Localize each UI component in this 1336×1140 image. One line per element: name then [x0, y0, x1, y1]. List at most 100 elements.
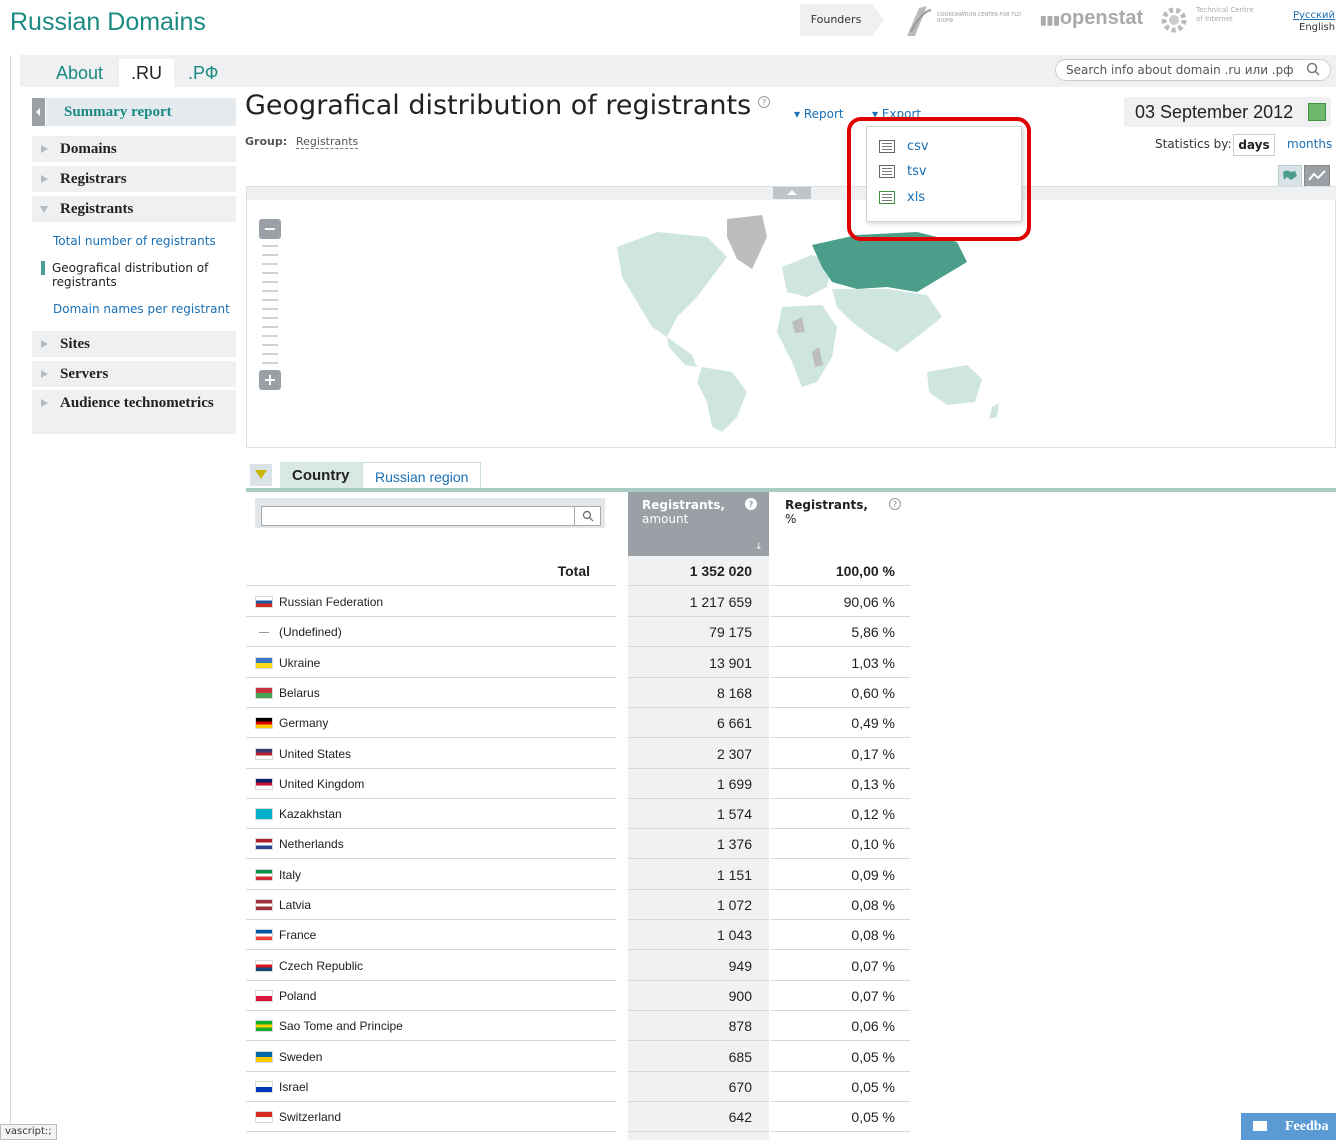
col-divider	[616, 799, 628, 830]
table-row[interactable]: United States 2 307 0,17 %	[246, 738, 910, 769]
registrants-amount: 685	[728, 1048, 752, 1065]
registrants-amount: 1 043	[716, 927, 752, 944]
country-name: Belarus	[279, 685, 320, 700]
table-search-input[interactable]	[261, 506, 601, 526]
registrants-percent: 0,13 %	[851, 775, 895, 792]
expand-arrow-icon	[41, 340, 48, 348]
table-row[interactable]: (Undefined) 79 175 5,86 %	[246, 617, 910, 648]
zoom-in-button[interactable]: +	[259, 370, 281, 390]
zoom-slider[interactable]	[262, 245, 278, 369]
tab-country[interactable]: Country	[280, 462, 362, 490]
table-row[interactable]: Kazakhstan 1 574 0,12 %	[246, 799, 910, 830]
table-row[interactable]: Poland 900 0,07 %	[246, 980, 910, 1011]
left-rule	[10, 55, 20, 1140]
flag-icon	[256, 1112, 272, 1123]
tci-logo[interactable]: Technical Centre of Internet	[1158, 4, 1258, 36]
zoom-out-button[interactable]: −	[259, 219, 281, 239]
col-header-percent[interactable]: Registrants, % ?	[771, 492, 910, 556]
chart-view-button[interactable]	[1304, 165, 1330, 187]
col-header-amount[interactable]: Registrants, amount ? ↓	[628, 492, 769, 556]
date-value: 03 September 2012	[1135, 102, 1294, 122]
search-icon[interactable]	[1306, 62, 1320, 76]
help-icon[interactable]: ?	[889, 498, 901, 510]
table-row[interactable]: United Kingdom 1 699 0,13 %	[246, 768, 910, 799]
sidebar-collapse-button[interactable]	[32, 98, 45, 126]
filter-button[interactable]	[250, 464, 272, 486]
col-divider	[616, 617, 628, 648]
table-row[interactable]: Israel 670 0,05 %	[246, 1071, 910, 1102]
table-row[interactable]: France 1 043 0,08 %	[246, 920, 910, 951]
registrants-percent: 0,05 %	[851, 1078, 895, 1095]
registrants-percent: 90,06 %	[843, 594, 895, 610]
table-row[interactable]: Netherlands 1 376 0,10 %	[246, 829, 910, 860]
table-row[interactable]: Latvia 1 072 0,08 %	[246, 890, 910, 920]
search-input[interactable]: Search info about domain .ru или .рф	[1055, 59, 1331, 81]
sidebar-item-registrars[interactable]: Registrars	[32, 166, 236, 192]
site-title[interactable]: Russian Domains	[10, 8, 206, 37]
col-divider	[616, 1011, 628, 1042]
cc-logo[interactable]: COORDINATION CENTER FOR TLD RU/РФ	[905, 2, 1025, 38]
col-divider	[616, 1071, 628, 1102]
map-collapse-button[interactable]	[773, 187, 811, 199]
sidebar-item-sites[interactable]: Sites	[32, 331, 236, 357]
openstat-logo[interactable]: ▮▮▮openstat	[1040, 7, 1143, 30]
group-selector[interactable]: Registrants	[296, 135, 359, 149]
flag-icon	[256, 718, 272, 729]
cc-logo-text: COORDINATION CENTER FOR TLD RU/РФ	[937, 12, 1021, 24]
col-divider	[616, 1041, 628, 1072]
sidebar-sub-domains-per-registrant[interactable]: Domain names per registrant	[53, 302, 230, 316]
flag-icon	[256, 990, 272, 1001]
registrants-amount: 13 901	[709, 654, 752, 671]
sidebar-item-audience[interactable]: Audience technometrics	[32, 390, 236, 434]
country-name: Germany	[279, 716, 329, 731]
help-icon[interactable]: ?	[758, 96, 770, 108]
tab-russian-region[interactable]: Russian region	[362, 462, 482, 490]
tab-rf[interactable]: .РФ	[176, 59, 231, 87]
sidebar-item-domains[interactable]: Domains	[32, 136, 236, 162]
map-view-button[interactable]	[1278, 165, 1302, 187]
sidebar-summary-report[interactable]: Summary report	[46, 98, 236, 126]
total-percent: 100,00 %	[835, 563, 895, 579]
country-name: United Kingdom	[279, 776, 365, 791]
stats-days-button[interactable]: days	[1233, 134, 1275, 156]
col-divider	[616, 950, 628, 981]
flag-icon	[256, 1051, 272, 1062]
table-row[interactable]: Russian Federation 1 217 659 90,06 %	[246, 587, 910, 617]
feedback-button[interactable]: Feedba	[1241, 1113, 1336, 1140]
tab-about[interactable]: About	[44, 59, 115, 87]
registrants-percent: 0,08 %	[851, 897, 895, 913]
table-row[interactable]: Italy 1 151 0,09 %	[246, 859, 910, 890]
date-picker[interactable]: 03 September 2012	[1124, 97, 1331, 127]
table-row[interactable]: Sao Tome and Principe 878 0,06 %	[246, 1011, 910, 1042]
country-name: Czech Republic	[279, 958, 364, 973]
line-chart-icon	[1308, 170, 1326, 181]
lang-russian-link[interactable]: Русский	[1293, 10, 1335, 21]
table-row[interactable]: Switzerland 642 0,05 %	[246, 1102, 910, 1133]
sidebar-sub-total-registrants[interactable]: Total number of registrants	[53, 234, 216, 248]
sidebar-item-servers[interactable]: Servers	[32, 361, 236, 387]
report-dropdown[interactable]: ▾ Report	[794, 107, 844, 121]
registrants-percent: 5,86 %	[851, 624, 895, 641]
table-row[interactable]: Ukraine 13 901 1,03 %	[246, 647, 910, 678]
stats-months-link[interactable]: months	[1287, 137, 1332, 151]
stats-label: Statistics by:	[1155, 137, 1232, 151]
active-marker	[41, 261, 45, 275]
table-total-row: Total 1 352 020 100,00 %	[246, 556, 910, 586]
flag-icon	[256, 869, 272, 880]
table-row[interactable]: Czech Republic 949 0,07 %	[246, 950, 910, 981]
map-icon	[1283, 170, 1297, 180]
registrants-amount: 670	[728, 1078, 752, 1095]
sidebar-item-registrants[interactable]: Registrants	[32, 196, 236, 222]
tab-ru[interactable]: .RU	[119, 59, 174, 87]
table-search-button[interactable]	[574, 507, 600, 525]
registrants-percent: 0,07 %	[851, 957, 895, 974]
table-row[interactable]: Sweden 685 0,05 %	[246, 1041, 910, 1072]
calendar-icon[interactable]	[1308, 103, 1326, 121]
help-icon[interactable]: ?	[745, 498, 757, 510]
world-map[interactable]: − +	[246, 186, 1336, 448]
sidebar-sub-geo-distribution[interactable]: Geografical distribution of registrants	[52, 261, 222, 289]
country-name: Kazakhstan	[279, 807, 342, 822]
table-row[interactable]: Belarus 8 168 0,60 %	[246, 677, 910, 708]
col-divider	[616, 708, 628, 739]
table-row[interactable]: Germany 6 661 0,49 %	[246, 708, 910, 739]
